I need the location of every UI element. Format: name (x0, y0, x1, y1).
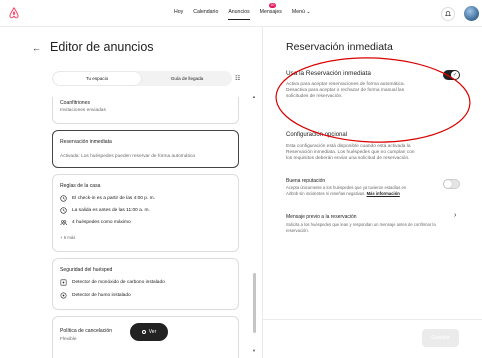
instant-book-description: Activa para aceptar reservaciones de for… (286, 82, 405, 100)
description-line: reservación. (286, 227, 309, 233)
footer-divider (263, 319, 482, 320)
eye-icon (141, 330, 146, 334)
card-coanfitriones[interactable]: Coanfitriones Invitaciones enviadas (52, 97, 239, 124)
description-line: solicitudes de reservación. (286, 94, 343, 99)
card-title: Política de cancelación (60, 328, 113, 334)
reputation-toggle[interactable] (443, 179, 460, 189)
top-nav: Hoy Calendario Anuncios Mensajes 10 Menú… (0, 0, 482, 27)
check-icon: ✓ (451, 71, 459, 79)
rule-text: 4 huéspedes como máximo (72, 220, 131, 225)
card-title: Reglas de la casa (60, 183, 101, 189)
rule-text: La salida es antes de las 11:00 a. m. (72, 208, 150, 213)
smoke-detector-icon (60, 292, 67, 299)
reputation-title: Buena reputación (286, 178, 326, 184)
nav-mensajes-label: Mensajes (259, 9, 282, 15)
editor-tabs: Tu espacio Guía de llegada (52, 71, 232, 86)
tab-tu-espacio[interactable]: Tu espacio (53, 72, 141, 85)
card-reservacion-inmediata[interactable]: Reservación inmediata Activada: Los hués… (52, 130, 239, 168)
card-title: Seguridad del huésped (60, 267, 113, 273)
toggle-knob (444, 180, 452, 188)
nav-hoy[interactable]: Hoy (174, 9, 183, 15)
description-line: Solicita a los huéspedes que lean y resp… (286, 222, 436, 227)
instant-book-toggle[interactable]: ✓ (443, 70, 460, 80)
rule-guests: 4 huéspedes como máximo (60, 219, 131, 226)
rule-text: El check-in es a partir de las 4:00 p. m… (72, 196, 155, 201)
rules-more: + 6 más (60, 235, 76, 240)
card-subtitle: Invitaciones enviadas (60, 108, 106, 113)
rule-checkin: El check-in es a partir de las 4:00 p. m… (60, 195, 155, 202)
nav-anuncios[interactable]: Anuncios (228, 9, 251, 20)
app-root: Hoy Calendario Anuncios Mensajes 10 Menú… (0, 0, 482, 358)
nav-menu[interactable]: Menú ⌄ (292, 9, 311, 15)
safety-smoke-detector: Detector de humo instalado (60, 292, 131, 299)
optional-settings-description: Esta configuración está disponible cuand… (286, 144, 415, 162)
tab-guia-de-llegada[interactable]: Guía de llegada (143, 72, 231, 85)
settings-icon[interactable]: ☷ (235, 75, 240, 82)
nav-mensajes[interactable]: Mensajes 10 (259, 3, 282, 15)
messages-badge: 10 (268, 3, 276, 8)
safety-text: Detector de humo instalado (72, 293, 131, 298)
card-title: Coanfitriones (60, 100, 91, 106)
save-button[interactable]: Guardar (422, 329, 459, 347)
listing-editor: ← Editor de anuncios Tu espacio Guía de … (0, 27, 262, 358)
view-button[interactable]: Ver (130, 323, 168, 341)
pre-booking-message-description: Solicita a los huéspedes que lean y resp… (286, 222, 436, 233)
nav-calendario[interactable]: Calendario (193, 9, 218, 15)
airbnb-logo-icon[interactable] (7, 6, 21, 20)
safety-co-detector: Detector de monóxido de carbono instalad… (60, 279, 165, 286)
card-title: Reservación inmediata (60, 139, 112, 145)
card-subtitle: Activada: Los huéspedes pueden reservar … (60, 154, 195, 159)
bell-icon[interactable] (441, 7, 455, 21)
more-info-link[interactable]: Más información (367, 191, 400, 196)
instant-book-panel: Reservación inmediata Usa la Reservación… (263, 27, 482, 358)
chevron-right-icon[interactable]: › (454, 212, 456, 219)
panel-title: Reservación inmediata (286, 41, 393, 53)
scroll-up-icon[interactable]: ▲ (252, 94, 256, 99)
avatar[interactable] (464, 6, 479, 21)
scrollbar-thumb[interactable] (253, 273, 256, 333)
clock-icon (60, 195, 67, 202)
nav-links: Hoy Calendario Anuncios Mensajes 10 Menú… (174, 3, 321, 20)
instant-book-toggle-title: Usa la Reservación inmediata (286, 70, 371, 77)
description-text: Airbnb sin incidentes ni reseñas negativ… (286, 190, 366, 196)
clock-icon (60, 207, 67, 214)
arrow-left-icon[interactable]: ← (32, 43, 41, 53)
optional-settings-title: Configuración opcional (286, 132, 348, 138)
scroll-down-icon[interactable]: ▼ (252, 348, 256, 353)
safety-text: Detector de monóxido de carbono instalad… (72, 280, 165, 285)
reputation-description: Acepta únicamente a los huéspedes que ya… (286, 185, 406, 196)
guests-icon (60, 220, 67, 226)
rule-checkout: La salida es antes de las 11:00 a. m. (60, 207, 150, 214)
card-seguridad[interactable]: Seguridad del huésped Detector de monóxi… (52, 258, 239, 310)
view-button-label: Ver (148, 329, 157, 335)
co-detector-icon (60, 279, 67, 286)
sections-list: Coanfitriones Invitaciones enviadas Rese… (52, 97, 248, 358)
card-subtitle: Flexible (60, 337, 77, 342)
pre-booking-message-title[interactable]: Mensaje previo a la reservación (286, 214, 357, 220)
description-line: Airbnb sin incidentes ni reseñas negativ… (286, 191, 406, 197)
card-reglas[interactable]: Reglas de la casa El check-in es a parti… (52, 174, 239, 252)
sections-scrollbar[interactable]: ▲ ▼ (252, 92, 257, 355)
description-line: los requisitos deberán enviar una solici… (286, 156, 410, 161)
page-title: Editor de anuncios (50, 40, 154, 54)
